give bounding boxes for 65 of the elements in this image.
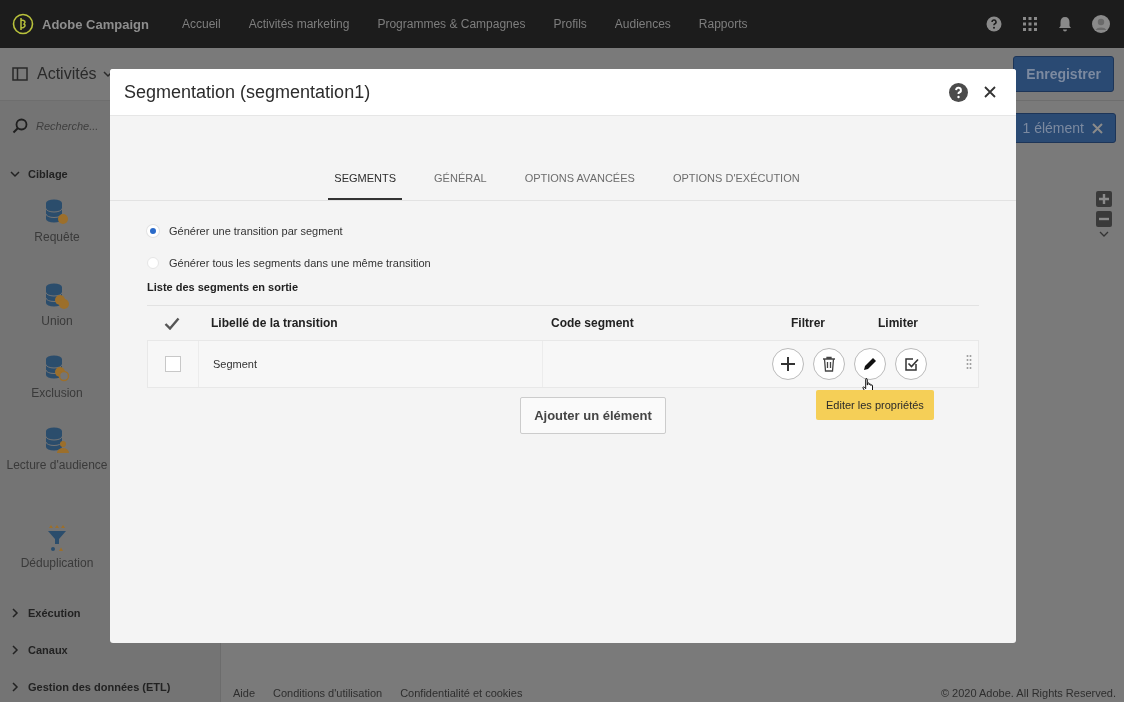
radio-label[interactable]: Générer une transition par segment (169, 225, 343, 237)
help-icon[interactable] (986, 16, 1002, 32)
search-icon (12, 118, 28, 134)
nav-link[interactable]: Accueil (182, 17, 221, 31)
plus-icon (780, 356, 796, 372)
checkbox-checked-icon (903, 356, 919, 372)
radio-label[interactable]: Générer tous les segments dans une même transition (169, 257, 431, 269)
edit-button[interactable] (854, 348, 886, 380)
chevron-icon (10, 168, 20, 179)
nav-link[interactable]: Activités marketing (248, 17, 350, 31)
activities-menu[interactable]: Activités (37, 65, 97, 83)
chevron-icon (10, 607, 20, 618)
drag-handle-icon[interactable] (966, 354, 972, 370)
zoom-out-icon[interactable] (1096, 211, 1112, 227)
check-icon[interactable] (164, 316, 180, 330)
bell-icon[interactable] (1058, 16, 1072, 32)
column-header: Libellé de la transition (210, 316, 339, 330)
nav-link[interactable]: Rapports (698, 17, 748, 31)
activity-label: Déduplication (20, 556, 94, 570)
column-header: Code segment (550, 315, 635, 332)
add-element-button[interactable]: Ajouter un élément (520, 397, 666, 434)
activity-label: Exclusion (31, 386, 83, 400)
zoom-in-icon[interactable] (1096, 191, 1112, 207)
add-button[interactable] (772, 348, 804, 380)
nav-link[interactable]: Profils (553, 17, 587, 31)
pencil-icon (862, 356, 878, 372)
section-header[interactable]: Ciblage (0, 155, 220, 192)
chevron-down-icon[interactable] (102, 70, 113, 78)
save-button[interactable]: Enregistrer (1013, 56, 1114, 92)
copyright-text: © 2020 Adobe. All Rights Reserved. (940, 687, 1116, 699)
panel-icon[interactable] (12, 67, 28, 81)
validate-button[interactable] (895, 348, 927, 380)
apps-grid-icon[interactable] (1022, 16, 1038, 32)
tooltip: Editer les propriétés (816, 390, 934, 420)
table-cell: Segment (198, 341, 542, 387)
close-icon[interactable] (984, 86, 996, 98)
nav-link[interactable]: Audiences (614, 17, 671, 31)
footer-link[interactable]: Confidentialité et cookies (400, 687, 523, 699)
section-header[interactable]: Gestion des données (ETL) (0, 668, 220, 702)
tab[interactable]: OPTIONS D'EXÉCUTION (666, 166, 806, 200)
column-header: Limiter (877, 316, 919, 330)
tab[interactable]: GÉNÉRAL (428, 166, 493, 200)
delete-button[interactable] (813, 348, 845, 380)
footer-link[interactable]: Aide (233, 687, 256, 699)
section-header[interactable]: Exécution (0, 594, 220, 631)
logo-icon (12, 13, 34, 35)
chevron-icon (10, 681, 20, 692)
column-header: Filtrer (790, 316, 826, 330)
tab[interactable]: OPTIONS AVANCÉES (518, 166, 641, 200)
activity-label: Lecture d'audience (6, 458, 108, 472)
nav-link[interactable]: Programmes & Campagnes (377, 17, 526, 31)
dialog-title: Segmentation (segmentation1) (124, 81, 371, 103)
trash-icon (822, 356, 836, 372)
tab[interactable]: SEGMENTS (328, 166, 403, 200)
activity-label: Union (41, 314, 73, 328)
radio-button[interactable] (147, 257, 159, 269)
list-title: Liste des segments en sortie (147, 281, 299, 293)
help-icon[interactable] (949, 82, 968, 102)
checkbox[interactable] (165, 356, 181, 372)
avatar-icon[interactable] (1092, 15, 1110, 33)
activity-label: Requête (34, 230, 80, 244)
chevron-icon (10, 644, 20, 655)
brand-name: Adobe Campaign (42, 16, 149, 32)
section-header[interactable]: Canaux (0, 631, 220, 668)
footer-link[interactable]: Conditions d'utilisation (273, 687, 383, 699)
